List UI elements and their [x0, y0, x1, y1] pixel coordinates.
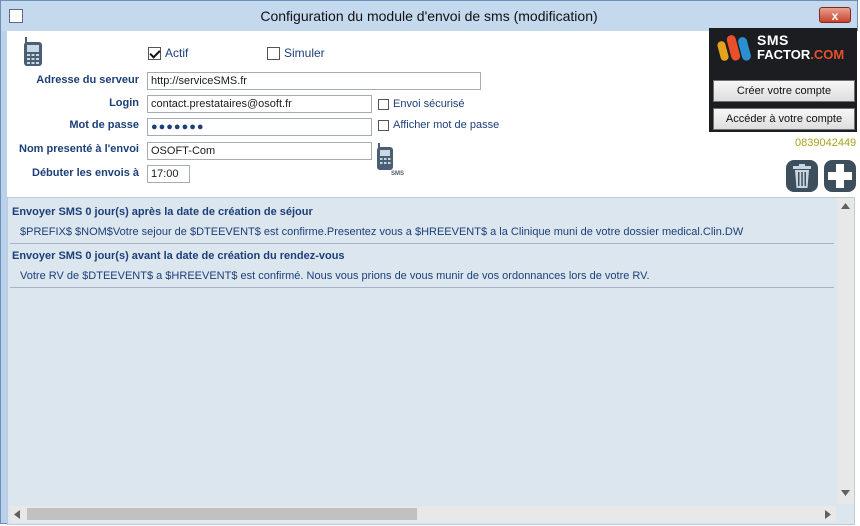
simuler-label: Simuler	[284, 46, 325, 60]
window-title: Configuration du module d'envoi de sms (…	[260, 8, 598, 24]
logo-sms-text: SMS	[757, 32, 789, 48]
delete-button[interactable]	[786, 160, 818, 192]
actif-label: Actif	[165, 46, 189, 60]
list-item[interactable]: Envoyer SMS 0 jour(s) avant la date de c…	[10, 244, 834, 288]
start-time-label: Débuter les envois à	[32, 167, 139, 179]
rule-message: $PREFIX$ $NOM$Votre sejour de $DTEEVENT$…	[20, 226, 744, 238]
rule-title: Envoyer SMS 0 jour(s) après la date de c…	[12, 206, 313, 218]
secure-label: Envoi sécurisé	[393, 98, 465, 110]
logo-com-word: .COM	[810, 47, 845, 62]
mobile-phone-icon	[24, 37, 42, 66]
sms-rules-list[interactable]: Envoyer SMS 0 jour(s) après la date de c…	[7, 197, 855, 525]
sms-config-window: Configuration du module d'envoi de sms (…	[0, 0, 859, 525]
sender-label: Nom presenté à l'envoi	[19, 143, 139, 155]
scroll-down-icon[interactable]	[841, 490, 850, 496]
rule-message: Votre RV de $DTEEVENT$ a $HREEVENT$ est …	[20, 270, 650, 282]
actif-option[interactable]: Actif	[148, 46, 188, 60]
horizontal-scrollbar[interactable]	[10, 506, 836, 522]
start-time-input[interactable]: 17:00	[147, 165, 190, 183]
sms-phone-icon: SMS	[377, 143, 404, 177]
scroll-left-icon[interactable]	[14, 510, 20, 519]
title-bar[interactable]: Configuration du module d'envoi de sms (…	[1, 1, 857, 31]
secure-option[interactable]: Envoi sécurisé	[378, 98, 465, 110]
close-button[interactable]: x	[819, 7, 851, 23]
server-input[interactable]: http://serviceSMS.fr	[147, 72, 481, 90]
sms-icon-text: SMS	[391, 171, 404, 177]
logo-factor-word: FACTOR	[757, 47, 811, 62]
show-password-checkbox[interactable]	[378, 119, 389, 131]
simuler-option[interactable]: Simuler	[267, 46, 325, 60]
create-account-button[interactable]: Créer votre compte	[713, 80, 855, 102]
smsfactor-panel: SMS FACTOR.COM Créer votre compte Accéde…	[709, 28, 857, 132]
login-input[interactable]: contact.prestataires@osoft.fr	[147, 95, 372, 113]
scroll-right-icon[interactable]	[825, 510, 831, 519]
client-area: Actif Simuler Adresse du serveur http://…	[7, 28, 859, 525]
sms-rules-list-content: Envoyer SMS 0 jour(s) après la date de c…	[10, 200, 836, 500]
login-label: Login	[109, 97, 139, 109]
add-button[interactable]	[824, 160, 856, 192]
simuler-checkbox[interactable]	[267, 46, 280, 60]
trash-icon	[793, 164, 811, 188]
smsfactor-logo-icon	[717, 35, 751, 61]
account-phone-number: 0839042449	[795, 137, 857, 149]
vertical-scrollbar[interactable]	[837, 198, 854, 504]
show-password-option[interactable]: Afficher mot de passe	[378, 119, 499, 131]
plus-icon	[828, 164, 852, 188]
list-item[interactable]: Envoyer SMS 0 jour(s) après la date de c…	[10, 200, 834, 244]
actif-checkbox[interactable]	[148, 46, 161, 60]
access-account-button[interactable]: Accéder à votre compte	[713, 108, 855, 130]
password-label: Mot de passe	[69, 119, 139, 131]
secure-checkbox[interactable]	[378, 98, 389, 110]
password-input[interactable]: ●●●●●●●	[147, 118, 372, 136]
rule-title: Envoyer SMS 0 jour(s) avant la date de c…	[12, 250, 345, 262]
logo-factor-text: FACTOR.COM	[757, 47, 844, 62]
horizontal-scroll-thumb[interactable]	[27, 508, 417, 520]
show-password-label: Afficher mot de passe	[393, 119, 500, 131]
scroll-up-icon[interactable]	[841, 203, 850, 209]
server-label: Adresse du serveur	[36, 74, 139, 86]
sender-input[interactable]: OSOFT-Com	[147, 142, 372, 160]
